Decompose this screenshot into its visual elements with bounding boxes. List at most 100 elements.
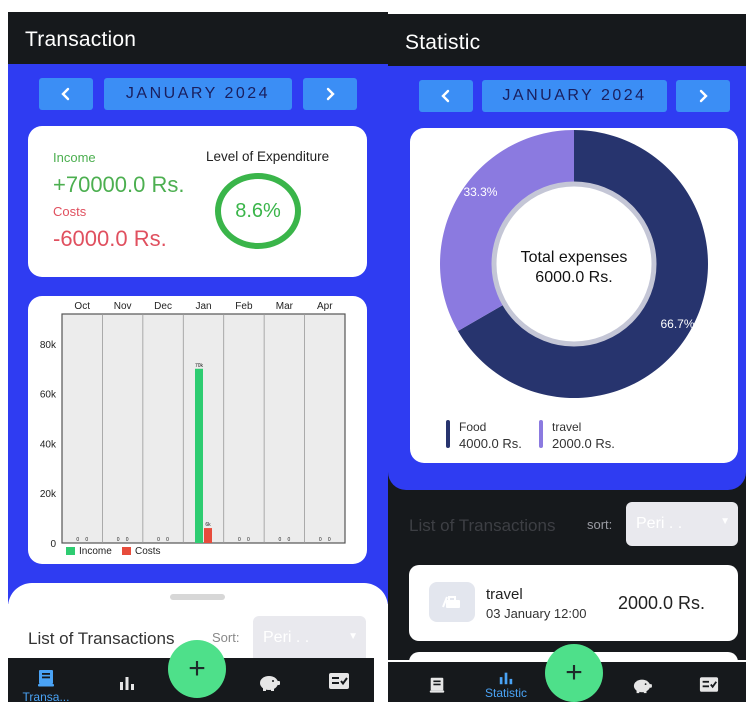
add-transaction-button-statistic[interactable]: +	[545, 644, 603, 702]
legend-label: Costs	[135, 546, 161, 557]
legend-swatch-travel	[539, 420, 543, 448]
list-title-statistic: List of Transactions	[409, 516, 556, 535]
costs-value: -6000.0 Rs.	[53, 226, 167, 251]
month-selector-statistic[interactable]: JANUARY 2024	[482, 80, 667, 112]
bar-value-label: 0	[238, 537, 241, 543]
donut-percent-label: 66.7%	[661, 317, 695, 331]
checklist-icon	[329, 673, 349, 689]
bar-value-label: 0	[166, 537, 169, 543]
nav-statistic[interactable]	[118, 674, 136, 692]
donut-center-text: 6000.0 Rs.	[535, 269, 612, 286]
add-transaction-button[interactable]: +	[168, 640, 226, 698]
statistic-list-area: List of Transactions sort: Peri . . ▼ tr…	[388, 490, 746, 672]
month-selector[interactable]: JANUARY 2024	[104, 78, 292, 110]
x-tick-label: Dec	[154, 301, 172, 312]
nav-savings[interactable]	[257, 672, 281, 692]
plus-icon: +	[565, 656, 583, 689]
x-tick-label: Mar	[276, 301, 294, 312]
nav-statistic-active[interactable]: Statistic	[478, 670, 534, 700]
piggy-bank-icon	[260, 676, 280, 691]
y-tick-label: 20k	[40, 489, 57, 500]
bar-chart-icon	[120, 677, 134, 690]
y-tick-label: 60k	[40, 390, 57, 401]
checklist-icon	[699, 677, 719, 692]
legend-swatch-food	[446, 420, 450, 448]
nav-transactions-statistic[interactable]	[428, 676, 446, 694]
donut-slice-travel	[440, 130, 574, 331]
receipt-icon	[38, 670, 54, 687]
x-tick-label: Apr	[317, 301, 333, 312]
expenditure-value: 8.6%	[235, 199, 281, 222]
chevron-left-icon	[61, 87, 70, 101]
bar-value-label: 6k	[205, 522, 211, 528]
bar-value-label: 0	[287, 537, 290, 543]
sort-dropdown-statistic[interactable]: Peri . . ▼	[626, 502, 738, 546]
plus-icon: +	[188, 652, 206, 685]
nav-tasks[interactable]	[328, 672, 350, 690]
bar-value-label: 0	[76, 537, 79, 543]
bar-value-label: 0	[117, 537, 120, 543]
chevron-down-icon: ▼	[720, 516, 730, 527]
nav-tasks-statistic[interactable]	[699, 676, 719, 693]
bar-value-label: 0	[247, 537, 250, 543]
nav-statistic-label: Statistic	[484, 686, 527, 700]
plot-area	[61, 313, 346, 544]
prev-month-button-statistic[interactable]	[419, 80, 473, 112]
legend-swatch	[66, 547, 75, 555]
transaction-row[interactable]: travel 03 January 12:00 2000.0 Rs.	[409, 565, 738, 641]
bar-costs	[204, 528, 212, 543]
y-tick-label: 0	[50, 539, 56, 550]
transaction-name: travel	[486, 586, 523, 603]
expenditure-gauge: 8.6%	[215, 173, 301, 249]
expenditure-label: Level of Expenditure	[206, 149, 330, 164]
statistic-screen: Statistic JANUARY 2024 66.7% 33.3% Total e…	[388, 0, 746, 702]
x-tick-label: Nov	[114, 301, 132, 312]
bar-value-label: 70k	[195, 363, 204, 369]
receipt-icon	[429, 677, 445, 693]
nav-savings-statistic[interactable]	[631, 676, 653, 694]
bar-value-label: 0	[85, 537, 88, 543]
sort-dropdown[interactable]: Peri . . ▼	[253, 616, 366, 663]
legend-label: Income	[79, 546, 112, 557]
bar-value-label: 0	[278, 537, 281, 543]
sort-value: Peri . .	[263, 629, 310, 646]
income-value: +70000.0 Rs.	[53, 172, 185, 197]
legend-travel-amount: 2000.0 Rs.	[552, 436, 615, 451]
page-title: Transaction	[8, 12, 388, 64]
nav-transactions[interactable]: Transa...	[22, 668, 70, 702]
x-tick-label: Oct	[74, 301, 90, 312]
costs-label: Costs	[53, 204, 87, 219]
y-tick-label: 40k	[40, 439, 57, 450]
sort-value-statistic: Peri . .	[636, 515, 683, 532]
nav-transactions-label: Transa...	[22, 690, 70, 702]
sort-label: Sort:	[212, 630, 240, 645]
income-costs-bar-chart: Oct Nov Dec Jan Feb Mar Apr020k40k60k80k0 0 070k…	[40, 301, 346, 557]
chevron-down-icon: ▼	[348, 631, 358, 642]
donut-percent-label: 33.3%	[463, 185, 497, 199]
next-month-button[interactable]	[303, 78, 357, 110]
x-tick-label: Feb	[235, 301, 253, 312]
sheet-drag-handle[interactable]	[170, 594, 225, 600]
transaction-date: 03 January 12:00	[486, 606, 587, 621]
income-label: Income	[53, 150, 96, 165]
next-month-button-statistic[interactable]	[676, 80, 730, 112]
legend-food-name: Food	[459, 420, 487, 434]
bar-value-label: 0	[157, 537, 160, 543]
prev-month-button[interactable]	[39, 78, 93, 110]
bar-value-label: 0	[319, 537, 322, 543]
chevron-right-icon	[326, 87, 335, 101]
bar-value-label: 0	[328, 537, 331, 543]
transaction-amount: 2000.0 Rs.	[618, 593, 706, 613]
sort-label-statistic: sort:	[587, 517, 613, 532]
list-title: List of Transactions	[28, 629, 175, 648]
chevron-right-icon	[699, 89, 708, 103]
legend-swatch	[122, 547, 131, 555]
transaction-screen: Transaction JANUARY 2024 Income +70000.0…	[0, 0, 388, 702]
donut-center-text: Total expenses	[521, 249, 628, 266]
bar-value-label: 0	[126, 537, 129, 543]
bar-chart-icon	[499, 672, 513, 685]
x-tick-label: Jan	[195, 301, 211, 312]
y-tick-label: 80k	[40, 340, 57, 351]
travel-icon	[429, 582, 475, 622]
legend-travel-name: travel	[552, 420, 582, 434]
